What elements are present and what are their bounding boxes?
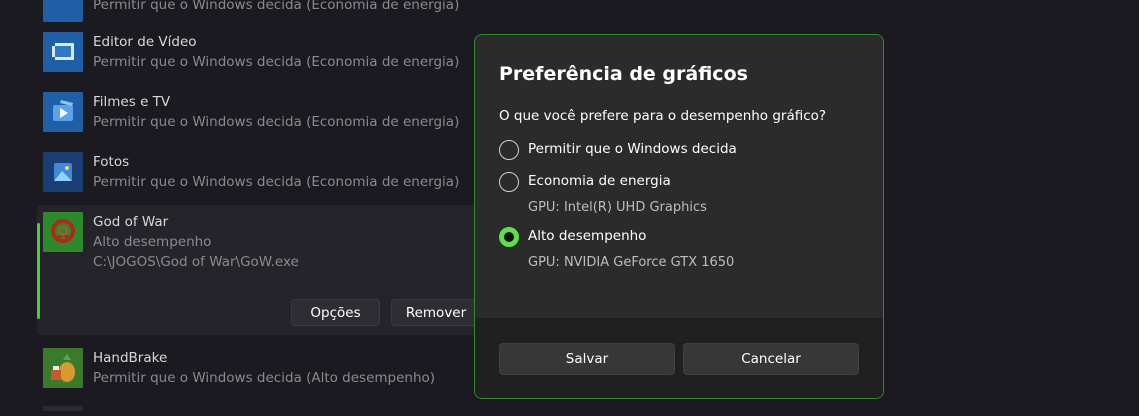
list-item[interactable] (37, 406, 1137, 416)
god-of-war-icon (43, 212, 83, 252)
radio-label[interactable]: Economia de energia (528, 173, 671, 189)
movies-tv-icon (43, 92, 83, 132)
video-editor-icon (43, 32, 83, 72)
app-subtitle: Permitir que o Windows decida (Alto dese… (93, 370, 436, 386)
app-subtitle: Alto desempenho (93, 234, 212, 250)
list-item[interactable]: Permitir que o Windows decida (Economia … (37, 0, 1137, 22)
options-button[interactable]: Opções (291, 299, 380, 326)
gpu-label: GPU: Intel(R) UHD Graphics (528, 200, 707, 215)
cancel-button[interactable]: Cancelar (683, 343, 859, 375)
photos-icon (43, 152, 83, 192)
app-tile-icon (43, 406, 83, 411)
app-name: Editor de Vídeo (93, 34, 197, 50)
dialog-title: Preferência de gráficos (499, 63, 748, 85)
selection-indicator (37, 223, 40, 319)
radio-high-performance[interactable] (499, 227, 519, 247)
remove-button[interactable]: Remover (391, 299, 481, 326)
dialog-question: O que você prefere para o desempenho grá… (499, 108, 827, 124)
save-button[interactable]: Salvar (499, 343, 675, 375)
handbrake-icon (43, 348, 83, 388)
app-name: Fotos (93, 154, 130, 170)
app-subtitle: Permitir que o Windows decida (Economia … (93, 114, 460, 130)
radio-windows-decide[interactable] (499, 140, 519, 160)
radio-label[interactable]: Permitir que o Windows decida (528, 141, 737, 157)
app-tile-icon (43, 0, 83, 22)
app-subtitle: Permitir que o Windows decida (Economia … (93, 174, 460, 190)
graphics-preference-dialog: Preferência de gráficos O que você prefe… (474, 34, 884, 399)
app-name: God of War (93, 214, 169, 230)
app-name: Filmes e TV (93, 94, 171, 110)
app-subtitle: Permitir que o Windows decida (Economia … (93, 54, 460, 70)
radio-power-saving[interactable] (499, 172, 519, 192)
app-path: C:\JOGOS\God of War\GoW.exe (93, 254, 299, 270)
radio-label[interactable]: Alto desempenho (528, 228, 646, 244)
app-subtitle: Permitir que o Windows decida (Economia … (93, 0, 460, 13)
app-name: HandBrake (93, 350, 168, 366)
dialog-body: Preferência de gráficos O que você prefe… (475, 35, 883, 318)
gpu-label: GPU: NVIDIA GeForce GTX 1650 (528, 255, 735, 270)
